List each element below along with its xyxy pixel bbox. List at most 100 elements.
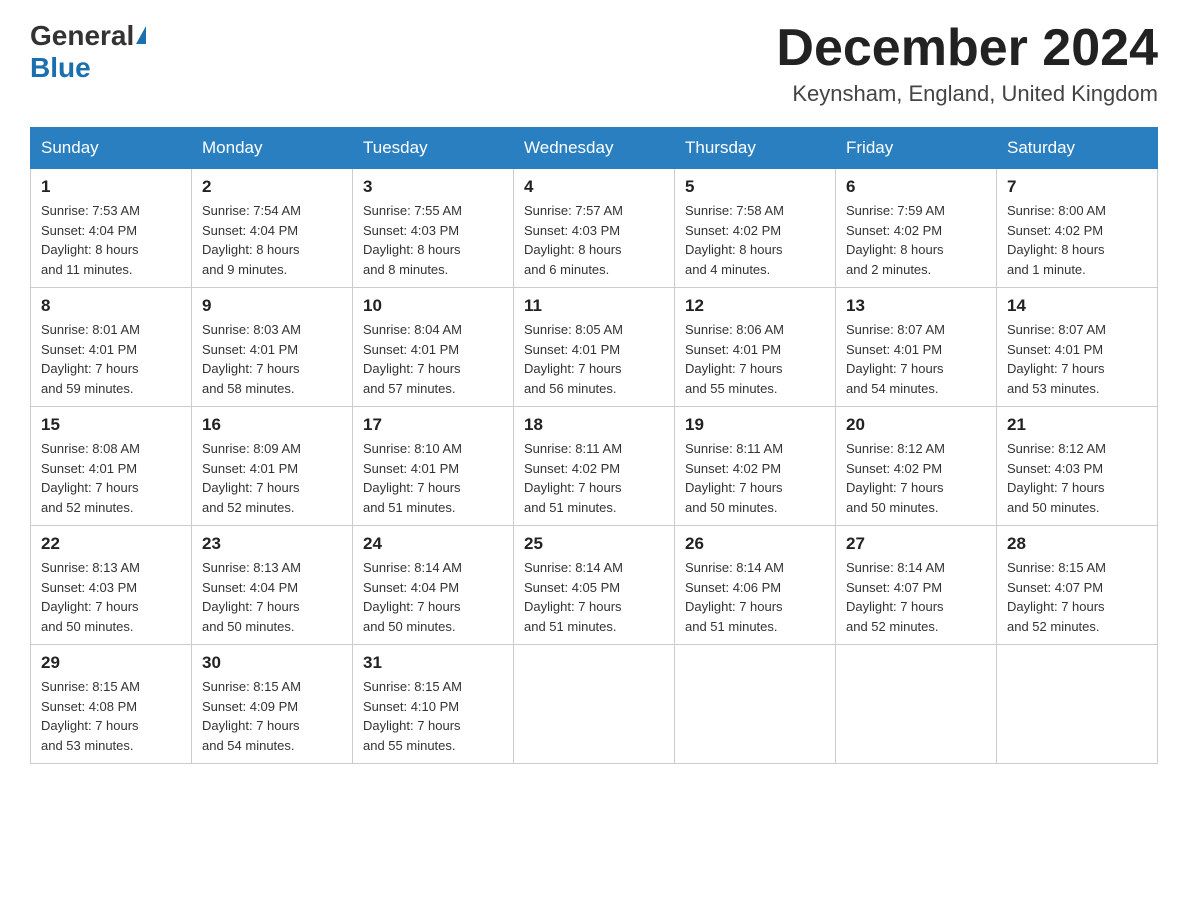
day-info: Sunrise: 8:15 AM Sunset: 4:10 PM Dayligh… [363, 677, 503, 755]
day-number: 19 [685, 415, 825, 435]
month-title: December 2024 [776, 20, 1158, 77]
day-info: Sunrise: 8:09 AM Sunset: 4:01 PM Dayligh… [202, 439, 342, 517]
day-info: Sunrise: 8:07 AM Sunset: 4:01 PM Dayligh… [846, 320, 986, 398]
day-number: 5 [685, 177, 825, 197]
day-number: 7 [1007, 177, 1147, 197]
table-row: 15 Sunrise: 8:08 AM Sunset: 4:01 PM Dayl… [31, 407, 192, 526]
table-row: 12 Sunrise: 8:06 AM Sunset: 4:01 PM Dayl… [675, 288, 836, 407]
day-info: Sunrise: 8:13 AM Sunset: 4:03 PM Dayligh… [41, 558, 181, 636]
table-row: 9 Sunrise: 8:03 AM Sunset: 4:01 PM Dayli… [192, 288, 353, 407]
day-info: Sunrise: 7:53 AM Sunset: 4:04 PM Dayligh… [41, 201, 181, 279]
table-row: 11 Sunrise: 8:05 AM Sunset: 4:01 PM Dayl… [514, 288, 675, 407]
table-row: 1 Sunrise: 7:53 AM Sunset: 4:04 PM Dayli… [31, 169, 192, 288]
table-row: 26 Sunrise: 8:14 AM Sunset: 4:06 PM Dayl… [675, 526, 836, 645]
calendar-week-row: 15 Sunrise: 8:08 AM Sunset: 4:01 PM Dayl… [31, 407, 1158, 526]
calendar-week-row: 1 Sunrise: 7:53 AM Sunset: 4:04 PM Dayli… [31, 169, 1158, 288]
col-friday: Friday [836, 128, 997, 169]
col-saturday: Saturday [997, 128, 1158, 169]
table-row: 13 Sunrise: 8:07 AM Sunset: 4:01 PM Dayl… [836, 288, 997, 407]
table-row: 25 Sunrise: 8:14 AM Sunset: 4:05 PM Dayl… [514, 526, 675, 645]
day-number: 18 [524, 415, 664, 435]
location: Keynsham, England, United Kingdom [776, 81, 1158, 107]
col-tuesday: Tuesday [353, 128, 514, 169]
day-info: Sunrise: 8:00 AM Sunset: 4:02 PM Dayligh… [1007, 201, 1147, 279]
table-row: 23 Sunrise: 8:13 AM Sunset: 4:04 PM Dayl… [192, 526, 353, 645]
day-number: 8 [41, 296, 181, 316]
col-thursday: Thursday [675, 128, 836, 169]
table-row: 28 Sunrise: 8:15 AM Sunset: 4:07 PM Dayl… [997, 526, 1158, 645]
day-number: 21 [1007, 415, 1147, 435]
col-sunday: Sunday [31, 128, 192, 169]
calendar-week-row: 29 Sunrise: 8:15 AM Sunset: 4:08 PM Dayl… [31, 645, 1158, 764]
table-row: 20 Sunrise: 8:12 AM Sunset: 4:02 PM Dayl… [836, 407, 997, 526]
table-row: 22 Sunrise: 8:13 AM Sunset: 4:03 PM Dayl… [31, 526, 192, 645]
day-info: Sunrise: 8:11 AM Sunset: 4:02 PM Dayligh… [685, 439, 825, 517]
table-row: 18 Sunrise: 8:11 AM Sunset: 4:02 PM Dayl… [514, 407, 675, 526]
day-info: Sunrise: 8:15 AM Sunset: 4:08 PM Dayligh… [41, 677, 181, 755]
day-number: 27 [846, 534, 986, 554]
table-row: 7 Sunrise: 8:00 AM Sunset: 4:02 PM Dayli… [997, 169, 1158, 288]
day-info: Sunrise: 7:55 AM Sunset: 4:03 PM Dayligh… [363, 201, 503, 279]
logo: General Blue [30, 20, 146, 84]
day-number: 4 [524, 177, 664, 197]
day-info: Sunrise: 8:14 AM Sunset: 4:07 PM Dayligh… [846, 558, 986, 636]
logo-blue: Blue [30, 52, 91, 84]
day-info: Sunrise: 8:10 AM Sunset: 4:01 PM Dayligh… [363, 439, 503, 517]
day-info: Sunrise: 8:13 AM Sunset: 4:04 PM Dayligh… [202, 558, 342, 636]
day-info: Sunrise: 8:12 AM Sunset: 4:03 PM Dayligh… [1007, 439, 1147, 517]
day-info: Sunrise: 8:12 AM Sunset: 4:02 PM Dayligh… [846, 439, 986, 517]
day-info: Sunrise: 8:05 AM Sunset: 4:01 PM Dayligh… [524, 320, 664, 398]
table-row: 19 Sunrise: 8:11 AM Sunset: 4:02 PM Dayl… [675, 407, 836, 526]
table-row: 21 Sunrise: 8:12 AM Sunset: 4:03 PM Dayl… [997, 407, 1158, 526]
day-info: Sunrise: 8:14 AM Sunset: 4:05 PM Dayligh… [524, 558, 664, 636]
day-info: Sunrise: 8:01 AM Sunset: 4:01 PM Dayligh… [41, 320, 181, 398]
calendar-week-row: 8 Sunrise: 8:01 AM Sunset: 4:01 PM Dayli… [31, 288, 1158, 407]
day-info: Sunrise: 8:06 AM Sunset: 4:01 PM Dayligh… [685, 320, 825, 398]
day-number: 14 [1007, 296, 1147, 316]
table-row: 14 Sunrise: 8:07 AM Sunset: 4:01 PM Dayl… [997, 288, 1158, 407]
day-number: 20 [846, 415, 986, 435]
table-row: 27 Sunrise: 8:14 AM Sunset: 4:07 PM Dayl… [836, 526, 997, 645]
day-info: Sunrise: 8:08 AM Sunset: 4:01 PM Dayligh… [41, 439, 181, 517]
day-info: Sunrise: 8:11 AM Sunset: 4:02 PM Dayligh… [524, 439, 664, 517]
table-row [514, 645, 675, 764]
day-info: Sunrise: 7:59 AM Sunset: 4:02 PM Dayligh… [846, 201, 986, 279]
calendar-header-row: Sunday Monday Tuesday Wednesday Thursday… [31, 128, 1158, 169]
day-number: 15 [41, 415, 181, 435]
table-row: 5 Sunrise: 7:58 AM Sunset: 4:02 PM Dayli… [675, 169, 836, 288]
table-row: 29 Sunrise: 8:15 AM Sunset: 4:08 PM Dayl… [31, 645, 192, 764]
table-row: 4 Sunrise: 7:57 AM Sunset: 4:03 PM Dayli… [514, 169, 675, 288]
day-number: 22 [41, 534, 181, 554]
day-number: 26 [685, 534, 825, 554]
calendar-week-row: 22 Sunrise: 8:13 AM Sunset: 4:03 PM Dayl… [31, 526, 1158, 645]
day-number: 2 [202, 177, 342, 197]
day-info: Sunrise: 7:54 AM Sunset: 4:04 PM Dayligh… [202, 201, 342, 279]
day-info: Sunrise: 8:14 AM Sunset: 4:04 PM Dayligh… [363, 558, 503, 636]
day-number: 10 [363, 296, 503, 316]
table-row: 31 Sunrise: 8:15 AM Sunset: 4:10 PM Dayl… [353, 645, 514, 764]
day-info: Sunrise: 8:07 AM Sunset: 4:01 PM Dayligh… [1007, 320, 1147, 398]
day-number: 3 [363, 177, 503, 197]
table-row [836, 645, 997, 764]
day-number: 11 [524, 296, 664, 316]
day-number: 30 [202, 653, 342, 673]
table-row: 3 Sunrise: 7:55 AM Sunset: 4:03 PM Dayli… [353, 169, 514, 288]
day-number: 13 [846, 296, 986, 316]
col-monday: Monday [192, 128, 353, 169]
table-row: 17 Sunrise: 8:10 AM Sunset: 4:01 PM Dayl… [353, 407, 514, 526]
day-number: 1 [41, 177, 181, 197]
title-block: December 2024 Keynsham, England, United … [776, 20, 1158, 107]
col-wednesday: Wednesday [514, 128, 675, 169]
day-number: 12 [685, 296, 825, 316]
day-info: Sunrise: 8:14 AM Sunset: 4:06 PM Dayligh… [685, 558, 825, 636]
table-row: 24 Sunrise: 8:14 AM Sunset: 4:04 PM Dayl… [353, 526, 514, 645]
table-row: 6 Sunrise: 7:59 AM Sunset: 4:02 PM Dayli… [836, 169, 997, 288]
table-row: 8 Sunrise: 8:01 AM Sunset: 4:01 PM Dayli… [31, 288, 192, 407]
day-number: 25 [524, 534, 664, 554]
page-header: General Blue December 2024 Keynsham, Eng… [30, 20, 1158, 107]
table-row [997, 645, 1158, 764]
day-info: Sunrise: 8:15 AM Sunset: 4:07 PM Dayligh… [1007, 558, 1147, 636]
day-number: 23 [202, 534, 342, 554]
logo-general: General [30, 20, 134, 52]
table-row: 30 Sunrise: 8:15 AM Sunset: 4:09 PM Dayl… [192, 645, 353, 764]
